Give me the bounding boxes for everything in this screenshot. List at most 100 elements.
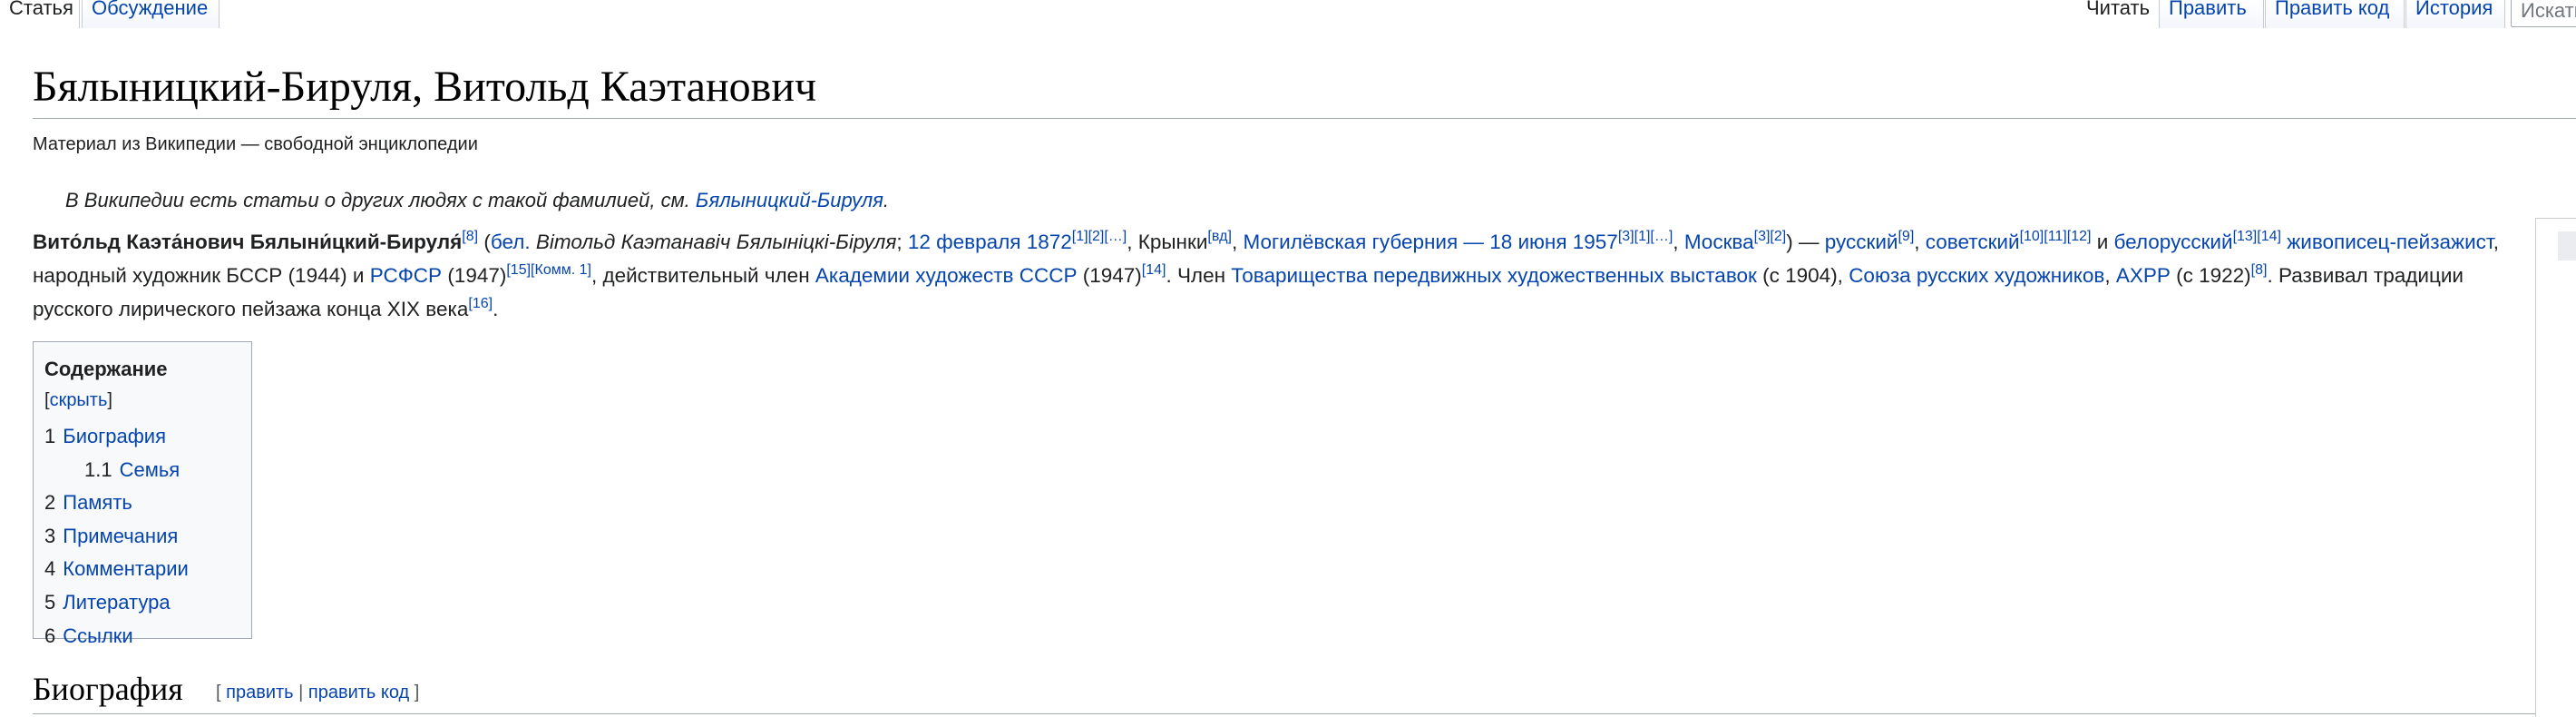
hatnote-suffix: . <box>883 189 889 211</box>
hatnote-link[interactable]: Бялыницкий-Бируля <box>696 189 883 211</box>
edit-separator: | <box>293 683 308 702</box>
toc-item[interactable]: 6 Ссылки <box>44 620 240 653</box>
section-edit-source-link[interactable]: править код <box>308 683 409 702</box>
ref-link[interactable]: [15][Комм. 1] <box>506 262 591 278</box>
tab-article[interactable]: Статья <box>0 0 80 28</box>
link-peredvizhniki[interactable]: Товарищества передвижных художественных … <box>1231 264 1757 287</box>
ref-link[interactable]: [1][2][…] <box>1072 229 1127 244</box>
tab-talk-label: Обсуждение <box>92 0 209 19</box>
section-divider <box>33 713 2576 714</box>
ref-link[interactable]: [13][14] <box>2233 229 2281 244</box>
text: , <box>1914 231 1926 253</box>
ref-link[interactable]: [9] <box>1898 229 1914 244</box>
subject-name: Вито́льд Каэта́нович Бялыни́цкий-Бируля́ <box>33 231 463 253</box>
toc-number: 3 <box>44 524 56 547</box>
link-academy[interactable]: Академии художеств СССР <box>815 264 1078 287</box>
toc-link-links[interactable]: Ссылки <box>63 624 132 647</box>
tab-read[interactable]: Читать <box>2077 0 2159 28</box>
link-akhrr[interactable]: АХРР <box>2116 264 2171 287</box>
toc-item[interactable]: 2 Память <box>44 486 240 520</box>
search-placeholder: Искать <box>2521 0 2576 22</box>
text: . <box>493 298 499 320</box>
link-rsfsr[interactable]: РСФСР <box>370 264 442 287</box>
ref-link[interactable]: [3][2] <box>1754 229 1787 244</box>
toc-bracket-close: ] <box>107 390 112 410</box>
ref-link[interactable]: [8] <box>462 229 478 244</box>
toc-link-literature[interactable]: Литература <box>63 591 170 614</box>
toc-number: 5 <box>44 590 56 614</box>
text: (с 1922) <box>2170 264 2251 287</box>
link-gubernia[interactable]: Могилёвская губерния <box>1243 231 1458 253</box>
link-birth-date[interactable]: 12 февраля 1872 <box>908 231 1072 253</box>
lead-paragraph: Вито́льд Каэта́нович Бялыни́цкий-Бируля́… <box>33 225 2536 326</box>
text: , <box>2104 264 2116 287</box>
toc-link-notes[interactable]: Примечания <box>63 525 178 547</box>
search-input[interactable]: Искать <box>2511 0 2576 27</box>
section-edit-links: [ править | править код ] <box>216 683 419 703</box>
link-soviet[interactable]: советский <box>1926 231 2020 253</box>
link-belarusian-lang[interactable]: бел. <box>491 231 531 253</box>
toc-toggle-link[interactable]: скрыть <box>50 390 108 410</box>
toc-number: 2 <box>44 491 56 515</box>
toc-item[interactable]: 5 Литература <box>44 586 240 620</box>
link-belarusian[interactable]: белорусский <box>2114 231 2233 253</box>
page-tabs: Статья Обсуждение Читать Править Править… <box>0 0 2576 28</box>
toc-number: 6 <box>44 624 56 647</box>
toc-title: Содержание <box>44 358 168 380</box>
hatnote-text: В Википедии есть статьи о других людях с… <box>65 189 696 211</box>
text: , Крынки <box>1127 231 1208 253</box>
text: , <box>1673 231 1684 253</box>
link-union-russian-artists[interactable]: Союза русских художников <box>1849 264 2104 287</box>
toc-number: 1 <box>44 425 56 447</box>
link-moscow[interactable]: Москва <box>1684 231 1754 253</box>
text: — <box>1458 231 1490 253</box>
tab-edit[interactable]: Править <box>2159 0 2264 28</box>
text: (с 1904), <box>1756 264 1849 287</box>
text: и <box>2091 231 2114 253</box>
toc-item[interactable]: 4 Комментарии <box>44 553 240 586</box>
toc-list: 1 Биография 1.1 Семья 2 Память 3 Примечания … <box>44 420 240 653</box>
text: (1947) <box>442 264 507 287</box>
text: , <box>1231 231 1244 253</box>
belarusian-name: Вітольд Каэтанавіч Бялыніцкі-Біруля <box>530 231 897 253</box>
text: , действительный член <box>590 264 815 287</box>
infobox-image-edge <box>2558 231 2576 260</box>
section-edit-link[interactable]: править <box>226 683 293 702</box>
toc-link-comments[interactable]: Комментарии <box>63 557 189 580</box>
toc-item[interactable]: 1 Биография <box>44 420 240 454</box>
table-of-contents: Содержание [скрыть] 1 Биография 1.1 Семья … <box>33 341 252 647</box>
ref-link[interactable]: [16] <box>468 296 493 311</box>
text: ) — <box>1786 231 1825 253</box>
tab-history-label: История <box>2415 0 2493 19</box>
text: ( <box>478 231 491 253</box>
tab-edit-source[interactable]: Править код <box>2265 0 2405 28</box>
toc-item[interactable]: 1.1 Семья <box>44 454 240 487</box>
hatnote: В Википедии есть статьи о других людях с… <box>65 189 889 212</box>
link-russian[interactable]: русский <box>1825 231 1898 253</box>
ref-link[interactable]: [3][1][…] <box>1618 229 1673 244</box>
tab-edit-source-label: Править код <box>2275 0 2390 19</box>
text: ; <box>896 231 908 253</box>
section-heading-biography: Биография <box>33 671 183 707</box>
title-divider <box>33 118 2576 119</box>
edit-bracket-close: ] <box>409 683 420 702</box>
link-landscape-painter[interactable]: живописец-пейзажист <box>2287 231 2493 253</box>
ref-link[interactable]: [10][11][12] <box>2020 229 2092 244</box>
toc-item[interactable]: 3 Примечания <box>44 520 240 554</box>
toc-link-biography[interactable]: Биография <box>63 425 166 447</box>
ref-link[interactable]: [14] <box>1142 262 1166 278</box>
tab-read-label: Читать <box>2086 0 2151 19</box>
toc-header: Содержание [скрыть] <box>44 355 240 415</box>
infobox-edge <box>2535 218 2576 717</box>
site-tagline: Материал из Википедии — свободной энцикл… <box>33 134 478 154</box>
wikidata-link[interactable]: [вд] <box>1207 229 1232 244</box>
tab-talk[interactable]: Обсуждение <box>82 0 220 28</box>
ref-link[interactable]: [8] <box>2251 262 2268 278</box>
tab-edit-label: Править <box>2169 0 2247 19</box>
link-death-date[interactable]: 18 июня 1957 <box>1489 231 1618 253</box>
tab-article-label: Статья <box>9 0 73 19</box>
tab-history[interactable]: История <box>2405 0 2505 28</box>
page-title: Бялыницкий-Бируля, Витольд Каэтанович <box>33 63 817 111</box>
toc-link-memory[interactable]: Память <box>63 491 132 514</box>
toc-link-family[interactable]: Семья <box>120 458 181 481</box>
